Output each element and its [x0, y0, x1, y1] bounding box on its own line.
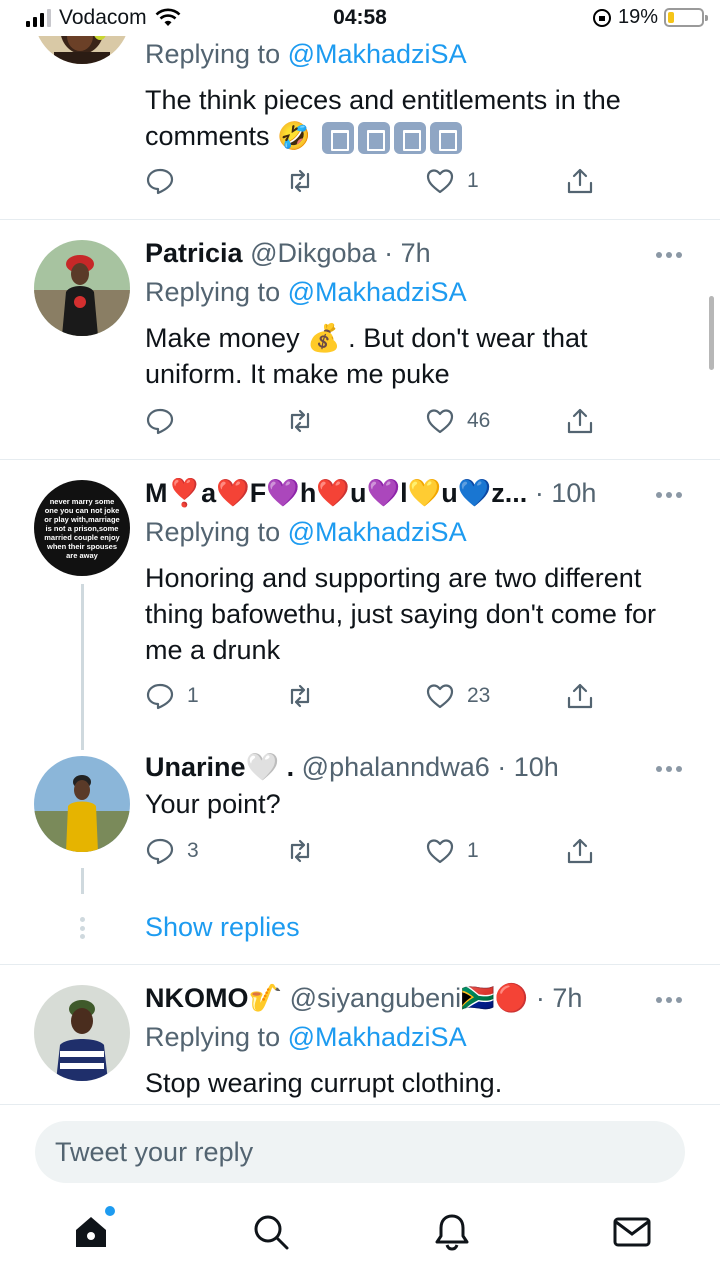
- share-button[interactable]: [565, 836, 595, 866]
- heart-icon: [426, 169, 454, 194]
- retweet-icon: [290, 169, 310, 193]
- avatar[interactable]: [34, 756, 130, 852]
- share-icon: [567, 683, 593, 709]
- reply-icon: [146, 408, 174, 435]
- replying-to: Replying to @MakhadziSA: [145, 1022, 467, 1052]
- like-button[interactable]: 1: [425, 166, 479, 196]
- thread-line: [81, 584, 84, 750]
- retweet-icon: [290, 684, 310, 708]
- tweet-text: Stop wearing currupt clothing.: [145, 1068, 503, 1098]
- reply-icon: [146, 683, 174, 710]
- notifications-tab[interactable]: [432, 1212, 472, 1252]
- display-name[interactable]: Unarine🤍 .: [145, 752, 294, 782]
- timestamp[interactable]: · 7h: [384, 238, 431, 268]
- reply-button[interactable]: 3: [145, 836, 199, 866]
- mention-link[interactable]: @MakhadziSA: [288, 39, 467, 69]
- retweet-button[interactable]: [285, 406, 327, 436]
- display-name[interactable]: Patricia: [145, 238, 243, 268]
- heart-icon: [426, 409, 454, 434]
- share-button[interactable]: [565, 406, 595, 436]
- mention-link[interactable]: @MakhadziSA: [288, 517, 467, 547]
- user-handle[interactable]: @phalanndwa6: [302, 752, 490, 782]
- avatar[interactable]: [34, 985, 130, 1081]
- avatar-caption: never marry some one you can not joke or…: [44, 496, 120, 560]
- share-icon: [567, 838, 593, 864]
- tweet-header: Unarine🤍 . @phalanndwa6 · 10h: [145, 750, 690, 784]
- tweet-actions: 46: [145, 406, 605, 440]
- tweet-actions: 1 23: [145, 681, 605, 715]
- search-icon: [254, 1215, 289, 1250]
- thread-dots: [80, 917, 86, 939]
- retweet-button[interactable]: [285, 166, 327, 196]
- like-button[interactable]: 23: [425, 681, 490, 711]
- orientation-lock-icon: [592, 8, 611, 27]
- tweet[interactable]: Unarine🤍 . @phalanndwa6 · 10h Your point…: [0, 750, 720, 965]
- tweet-actions: 1: [145, 166, 605, 200]
- mention-link[interactable]: @MakhadziSA: [288, 1022, 467, 1052]
- share-icon: [567, 408, 593, 434]
- tweet-text: Make money 💰 . But don't wear that unifo…: [145, 323, 588, 389]
- heart-icon: [426, 684, 454, 709]
- reply-input[interactable]: Tweet your reply: [35, 1121, 685, 1183]
- scrollbar[interactable]: [709, 296, 714, 370]
- tweet-header: Patricia @Dikgoba · 7h: [145, 236, 690, 270]
- status-bar: Vodacom 04:58 19%: [0, 0, 720, 36]
- tweet-header: NKOMO🎷 @siyangubeni🇿🇦🔴 · 7h: [145, 981, 690, 1015]
- tweet[interactable]: Patricia @Dikgoba · 7h Replying to @Makh…: [0, 220, 720, 460]
- search-tab[interactable]: [251, 1212, 291, 1252]
- reply-icon: [146, 838, 174, 865]
- tweet-text: Your point?: [145, 789, 281, 819]
- retweet-button[interactable]: [285, 836, 327, 866]
- display-name[interactable]: NKOMO🎷: [145, 983, 282, 1013]
- retweet-button[interactable]: [285, 681, 327, 711]
- trash-emoji-icon: [394, 121, 427, 154]
- timestamp[interactable]: · 10h: [535, 478, 597, 508]
- battery-icon: [664, 8, 708, 27]
- tweet-text: Honoring and supporting are two differen…: [145, 563, 656, 665]
- tweet-header: M❣️a❤️F💜h❤️u💜l💛u💙z... · 10h: [145, 476, 690, 510]
- display-name[interactable]: M❣️a❤️F💜h❤️u💜l💛u💙z...: [145, 478, 527, 508]
- bell-icon: [435, 1214, 469, 1251]
- tweet[interactable]: never marry some one you can not joke or…: [0, 460, 720, 750]
- user-handle[interactable]: @Dikgoba: [250, 238, 376, 268]
- bottom-nav: [0, 1190, 720, 1280]
- replying-to: Replying to @MakhadziSA: [145, 39, 467, 69]
- trash-emoji-icon: [322, 121, 355, 154]
- reply-bar: Tweet your reply: [0, 1104, 720, 1190]
- retweet-icon: [290, 409, 310, 433]
- like-button[interactable]: 1: [425, 836, 479, 866]
- reply-button[interactable]: [145, 406, 187, 436]
- reply-icon: [146, 168, 174, 195]
- replying-to: Replying to @MakhadziSA: [145, 277, 467, 307]
- tweet[interactable]: NKOMO🎷 @siyangubeni🇿🇦🔴 · 7h Replying to …: [0, 965, 720, 1104]
- reply-button[interactable]: [145, 166, 187, 196]
- timestamp[interactable]: · 7h: [536, 983, 583, 1013]
- battery-percent: 19%: [617, 6, 658, 28]
- mention-link[interactable]: @MakhadziSA: [288, 277, 467, 307]
- tweet-text: The think pieces and entitlements in the…: [145, 82, 690, 154]
- share-button[interactable]: [565, 166, 595, 196]
- like-button[interactable]: 46: [425, 406, 490, 436]
- share-button[interactable]: [565, 681, 595, 711]
- show-replies-link[interactable]: Show replies: [145, 912, 300, 943]
- user-handle[interactable]: @siyangubeni🇿🇦🔴: [290, 983, 529, 1013]
- home-icon: [76, 1217, 106, 1247]
- heart-icon: [426, 839, 454, 864]
- mail-icon: [613, 1217, 651, 1247]
- trash-emoji-icon: [430, 121, 463, 154]
- tweet-actions: 3 1: [145, 836, 605, 870]
- notification-dot: [105, 1206, 115, 1216]
- timestamp[interactable]: · 10h: [497, 752, 559, 782]
- reply-button[interactable]: 1: [145, 681, 199, 711]
- home-tab[interactable]: [71, 1206, 115, 1252]
- retweet-icon: [290, 839, 310, 863]
- avatar[interactable]: never marry some one you can not joke or…: [34, 480, 130, 576]
- messages-tab[interactable]: [612, 1212, 652, 1252]
- share-icon: [567, 168, 593, 194]
- thread-line: [81, 868, 84, 894]
- replying-to: Replying to @MakhadziSA: [145, 517, 467, 547]
- trash-emoji-icon: [358, 121, 391, 154]
- avatar[interactable]: [34, 240, 130, 336]
